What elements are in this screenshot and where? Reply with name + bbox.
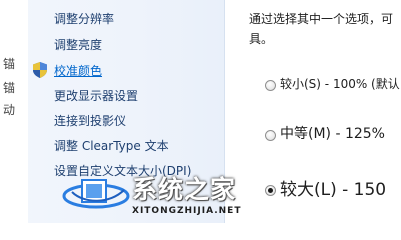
- option-larger-label: 较大(L) - 150: [280, 180, 387, 200]
- edge-text-1: 锚: [3, 57, 16, 71]
- task-adjust-cleartype[interactable]: 调整 ClearType 文本: [54, 138, 169, 154]
- watermark-logo-icon: [62, 179, 130, 209]
- task-adjust-brightness[interactable]: 调整亮度: [54, 37, 102, 53]
- watermark-title: 系统之家: [132, 175, 237, 204]
- edge-text-2: 锚: [3, 81, 16, 95]
- option-medium-label: 中等(M) - 125%: [280, 126, 385, 142]
- option-smaller-label: 较小(S) - 100% (默认: [280, 77, 400, 91]
- left-edge-strip: 锚 锚 动: [0, 0, 28, 223]
- task-adjust-resolution[interactable]: 调整分辨率: [54, 11, 114, 27]
- radio-smaller[interactable]: [265, 80, 276, 91]
- watermark: 系统之家 XITONGZHIJIA.NET: [62, 170, 278, 223]
- uac-shield-icon: [33, 62, 47, 78]
- watermark-domain: XITONGZHIJIA.NET: [132, 206, 242, 216]
- radio-medium[interactable]: [265, 130, 276, 141]
- task-calibrate-color[interactable]: 校准颜色: [54, 63, 102, 79]
- task-connect-projector[interactable]: 连接到投影仪: [54, 113, 126, 129]
- edge-text-3: 动: [3, 103, 16, 117]
- task-change-display-settings[interactable]: 更改显示器设置: [54, 88, 138, 104]
- intro-text: 通过选择其中一个选项，可具。: [249, 12, 394, 46]
